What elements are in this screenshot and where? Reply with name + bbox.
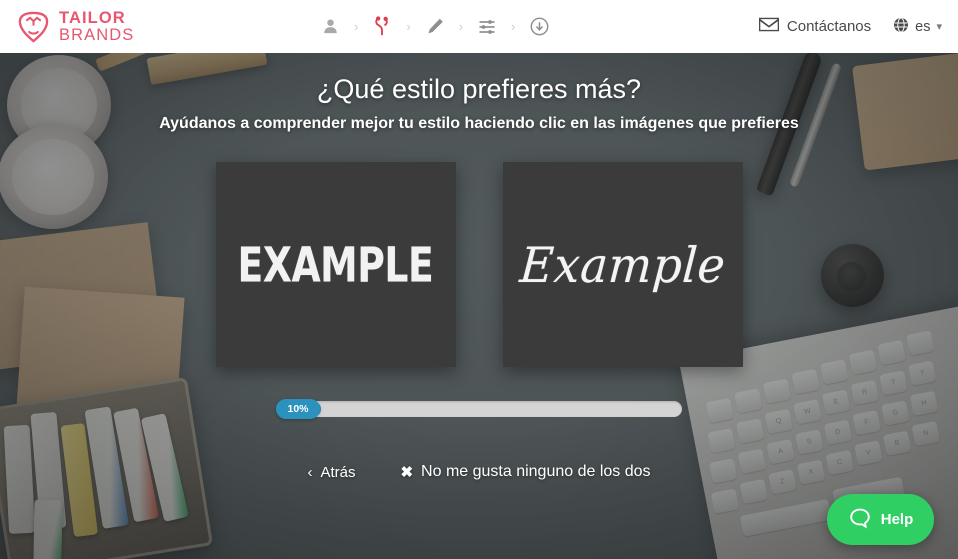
top-header: TAILOR BRANDS › › › › Contáctanos es ▾ — [0, 0, 958, 53]
logo-line-2: BRANDS — [59, 25, 135, 44]
chevron-left-icon: ‹ — [307, 463, 313, 481]
progress-track — [276, 401, 682, 417]
step-separator: › — [511, 19, 516, 34]
chevron-down-icon: ▾ — [936, 21, 942, 33]
step-breadcrumb: › › › › — [315, 0, 554, 53]
page-title: ¿Qué estilo prefieres más? — [316, 74, 642, 104]
contact-us-label: Contáctanos — [786, 18, 872, 35]
style-option-script[interactable]: Example — [502, 162, 743, 367]
main-content: ¿Qué estilo prefieres más? Ayúdanos a co… — [0, 0, 958, 559]
chat-bubble-icon — [848, 506, 872, 534]
contact-us-link[interactable]: Contáctanos — [758, 17, 872, 36]
back-button[interactable]: ‹ Atrás — [307, 464, 355, 481]
step-separator: › — [406, 19, 411, 34]
logo-line-1: TAILOR — [59, 8, 126, 27]
header-right-actions: Contáctanos es ▾ — [758, 0, 942, 53]
step-person-icon[interactable] — [315, 12, 345, 42]
step-separator: › — [354, 19, 359, 34]
step-sliders-icon[interactable] — [472, 12, 502, 42]
envelope-icon — [758, 17, 780, 36]
page-root: Q W E R T Y A S D F G H Z X C V B N — [0, 0, 958, 559]
style-options: EXAMPLE Example — [0, 162, 958, 367]
language-selector[interactable]: es ▾ — [893, 17, 942, 37]
help-widget-button[interactable]: Help — [827, 494, 934, 545]
language-value: es — [915, 18, 931, 35]
close-x-icon: ✖ — [400, 464, 414, 481]
style-option-block[interactable]: EXAMPLE — [215, 162, 456, 367]
back-label: Atrás — [320, 463, 356, 481]
step-pencil-icon[interactable] — [420, 12, 450, 42]
progress-bar: 10% — [276, 399, 682, 419]
brand-logo[interactable]: TAILOR BRANDS — [17, 8, 135, 44]
tailor-brands-shield-logo-icon — [17, 11, 50, 43]
progress-percent-badge: 10% — [276, 399, 320, 419]
step-brand-logo-icon[interactable] — [367, 12, 397, 42]
help-label: Help — [880, 511, 914, 528]
page-subtitle: Ayúdanos a comprender mejor tu estilo ha… — [159, 115, 799, 132]
style-sample-text: Example — [517, 235, 728, 294]
dislike-both-button[interactable]: ✖ No me gusta ninguno de los dos — [400, 463, 650, 481]
step-separator: › — [458, 19, 464, 34]
dislike-both-label: No me gusta ninguno de los dos — [421, 463, 651, 480]
style-sample-text: EXAMPLE — [237, 236, 434, 293]
bottom-controls: ‹ Atrás ✖ No me gusta ninguno de los dos — [0, 463, 958, 481]
step-download-circle-icon[interactable] — [524, 12, 554, 42]
globe-icon — [893, 17, 909, 37]
